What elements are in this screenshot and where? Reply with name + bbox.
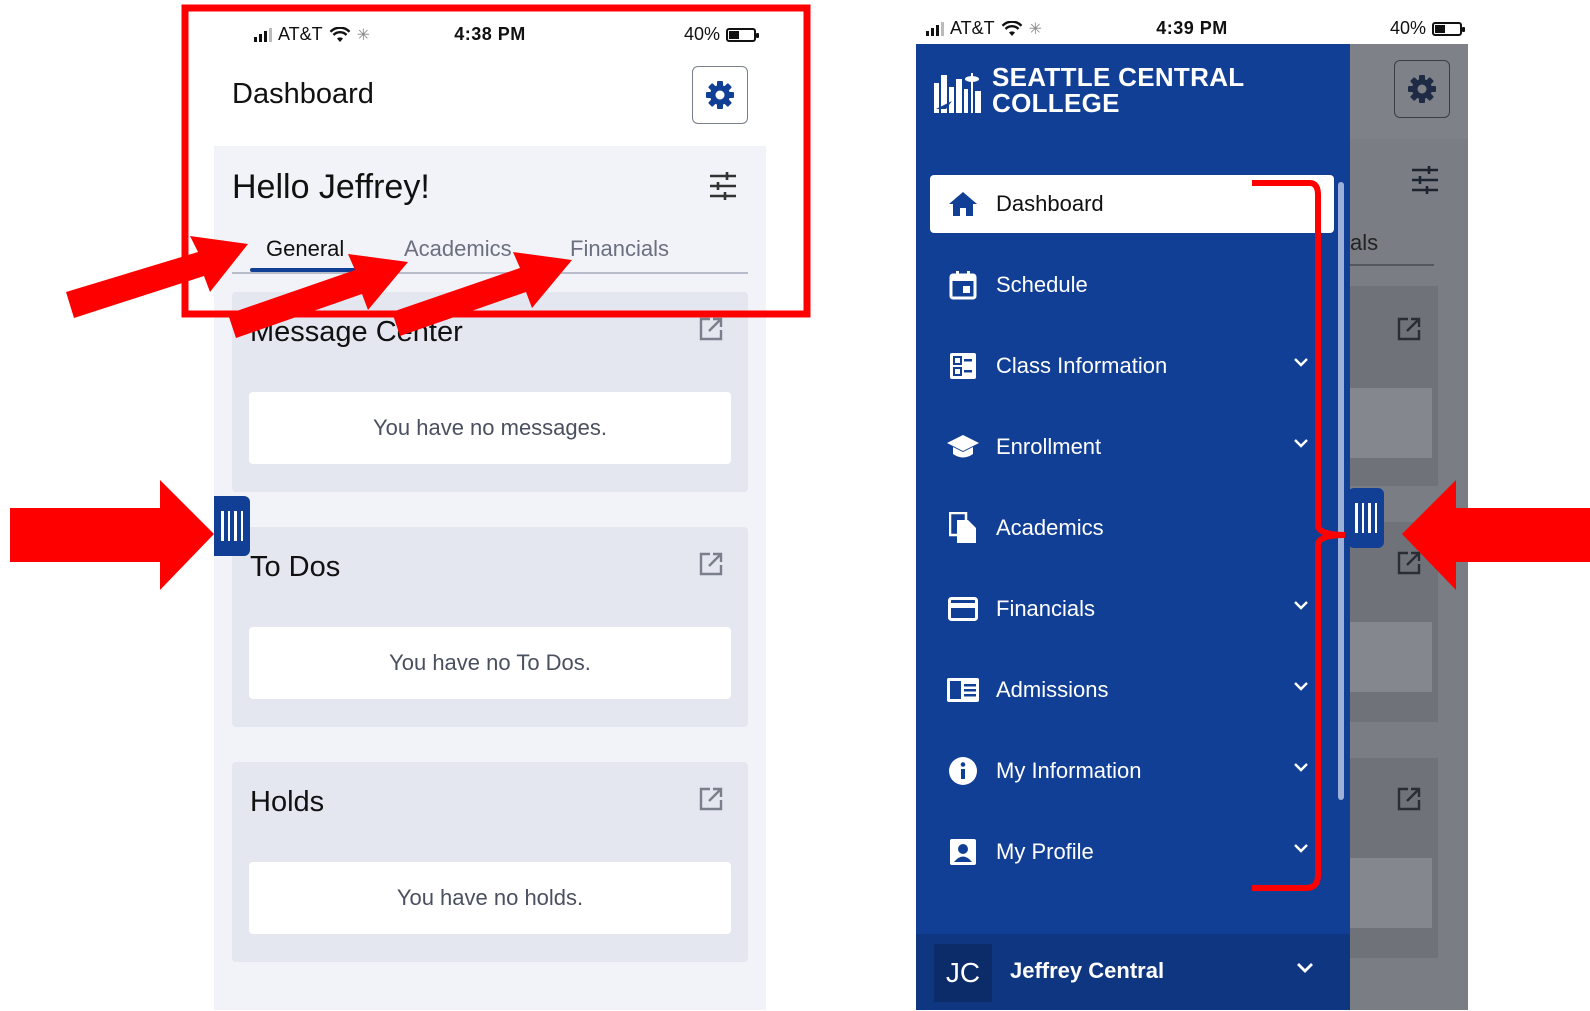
nav-item-my-profile[interactable]: My Profile [930,823,1334,881]
drawer-scrollbar[interactable] [1338,182,1344,800]
card-title: Message Center [250,316,463,348]
status-bar: AT&T ✳ 4:39 PM 40% [916,10,1468,44]
credit-card-icon [948,597,978,621]
todos-card: To Dos You have no To Dos. [232,527,748,727]
drawer-handle[interactable] [1348,488,1384,548]
college-name-line1: SEATTLE CENTRAL [992,62,1245,92]
tab-financials[interactable]: Financials [570,236,669,262]
status-time: 4:39 PM [1156,18,1228,38]
battery-percent: 40% [1389,18,1426,38]
nav-item-admissions[interactable]: Admissions [930,661,1334,719]
card-title: Holds [250,786,325,818]
chevron-down-icon[interactable] [1294,681,1308,691]
nav-item-label: Academics [996,515,1104,540]
user-name: Jeffrey Central [1010,958,1165,983]
gear-icon [1408,75,1436,103]
open-external-icon [1397,317,1421,341]
dashboard-tabs: General Academics Financials [232,230,748,274]
nav-item-label: Financials [996,596,1096,621]
gear-icon [706,81,734,109]
user-account-bar[interactable]: JC Jeffrey Central [916,934,1350,1010]
empty-holds-text: You have no holds. [249,862,731,934]
nav-item-financials[interactable]: Financials [930,580,1334,638]
dashboard-screen: AT&T ✳ 4:38 PM 40% Dashboard Hello Jeffr… [214,10,766,1010]
nav-item-label: My Profile [996,839,1094,864]
holds-card: Holds You have no holds. [232,762,748,962]
graduation-cap-icon [947,435,979,458]
dimmed-card-inner [1350,622,1432,692]
battery-percent: 40% [683,24,720,44]
drawer-handle[interactable] [214,496,250,556]
message-center-card: Message Center You have no messages. [232,292,748,492]
tab-general[interactable]: General [266,236,344,262]
empty-messages-text: You have no messages. [249,392,731,464]
nav-item-enrollment[interactable]: Enrollment [930,418,1334,476]
tune-filter-icon[interactable] [708,172,738,200]
open-external-icon [1397,551,1421,575]
active-tab-indicator [250,268,362,272]
open-external-icon [1397,787,1421,811]
battery-group: 40% [683,24,759,45]
nav-item-my-information[interactable]: My Information [930,742,1334,800]
open-external-icon[interactable] [698,316,724,342]
id-card-icon [947,678,979,702]
chevron-down-icon[interactable] [1294,438,1308,448]
nav-item-label: Enrollment [996,434,1102,459]
dashboard-grid-icon [950,353,976,379]
tune-filter-icon [1412,166,1438,194]
college-name: SEATTLE CENTRAL COLLEGE [992,64,1244,116]
nav-item-label: Admissions [996,677,1109,702]
nav-item-label: Class Information [996,353,1168,378]
app-header: Dashboard [214,58,766,146]
open-external-icon[interactable] [698,551,724,577]
chevron-down-icon[interactable] [1294,762,1308,772]
calendar-icon [949,271,977,300]
arrow-to-left-drawer-handle [10,480,214,590]
dimmed-settings-button [1394,60,1450,118]
dimmed-tab-label: als [1350,230,1379,255]
avatar: JC [934,944,992,1002]
info-icon [949,757,977,785]
settings-button[interactable] [692,66,748,124]
chevron-down-icon[interactable] [1294,843,1308,853]
profile-icon [950,839,976,865]
status-bar: AT&T ✳ 4:38 PM 40% [214,10,766,58]
card-title: To Dos [250,551,341,583]
page-title: Dashboard [232,78,374,110]
greeting: Hello Jeffrey! [232,168,430,206]
nav-item-label: My Information [996,758,1142,783]
nav-item-class-information[interactable]: Class Information [930,337,1334,395]
chevron-down-icon[interactable] [1294,357,1308,367]
open-external-icon[interactable] [698,786,724,812]
nav-item-label: Schedule [996,272,1088,297]
college-logo[interactable]: SEATTLE CENTRAL COLLEGE [932,64,1244,116]
battery-icon [726,27,759,42]
nav-item-label: Dashboard [996,191,1104,216]
dimmed-card-inner [1350,858,1432,928]
chevron-down-icon[interactable] [1296,962,1314,974]
dimmed-card-inner [1350,388,1432,458]
navigation-drawer-screen: AT&T ✳ 4:39 PM 40% als SEATTLE CENTRAL C… [916,10,1468,1010]
documents-icon [949,512,976,543]
seattle-skyline-logo-icon [934,73,981,113]
chevron-down-icon[interactable] [1294,600,1308,610]
college-name-line2: COLLEGE [992,88,1120,118]
battery-icon [1432,21,1465,36]
navigation-drawer: SEATTLE CENTRAL COLLEGE Dashboard Schedu… [916,44,1350,1010]
empty-todos-text: You have no To Dos. [249,627,731,699]
nav-item-dashboard[interactable]: Dashboard [930,175,1334,233]
screenshot-composite: AT&T ✳ 4:38 PM 40% Dashboard Hello Jeffr… [0,0,1590,1011]
nav-item-schedule[interactable]: Schedule [930,256,1334,314]
battery-group: 40% [1389,18,1465,39]
tab-academics[interactable]: Academics [404,236,512,262]
nav-item-academics[interactable]: Academics [930,499,1334,557]
home-icon [949,192,977,216]
dimmed-tab-divider [1350,264,1434,266]
